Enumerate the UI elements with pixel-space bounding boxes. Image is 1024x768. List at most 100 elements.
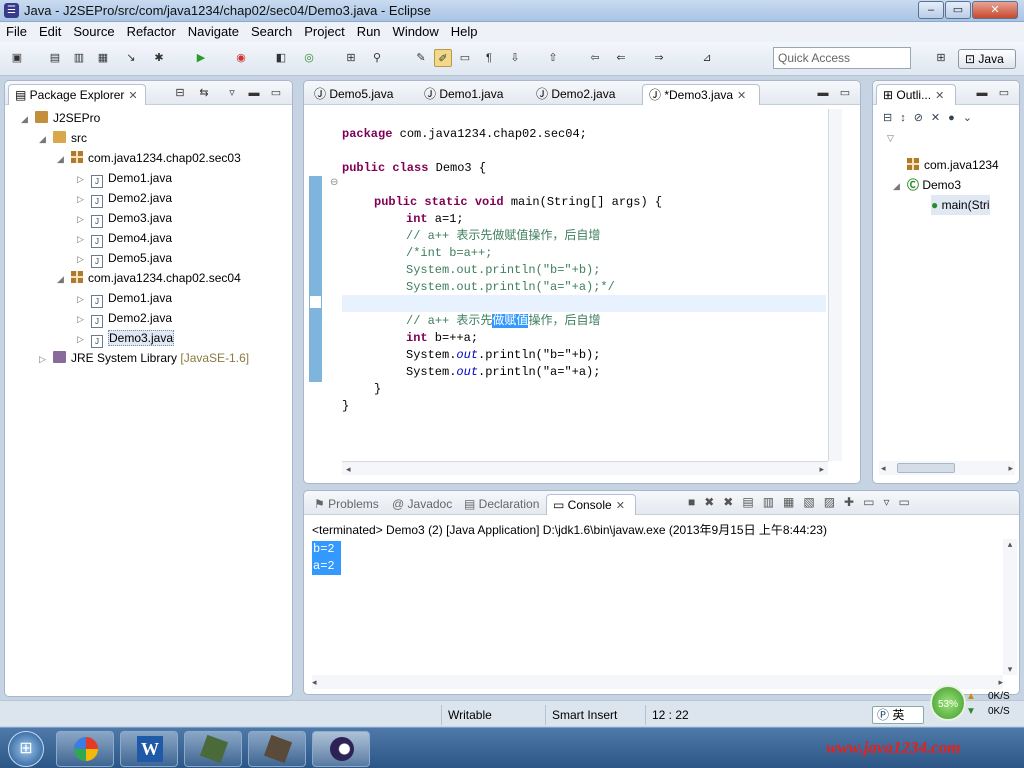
tab-demo3[interactable]: Ⓙ *Demo3.java ✕ (642, 84, 760, 105)
menu-edit[interactable]: Edit (33, 22, 67, 42)
scroll-thumb[interactable] (897, 463, 955, 473)
taskbar-wps[interactable]: W (120, 731, 178, 767)
minimize-view-icon[interactable]: ▬ (814, 84, 832, 102)
cpu-meter[interactable]: 53% (930, 685, 966, 721)
menu-navigate[interactable]: Navigate (182, 22, 245, 42)
link-editor-icon[interactable]: ⇆ (195, 84, 213, 102)
close-button[interactable]: ✕ (972, 1, 1018, 19)
back-icon[interactable]: ⇐ (612, 49, 630, 67)
search-icon[interactable]: ⚲ (368, 49, 386, 67)
highlight-icon[interactable]: ✐ (434, 49, 452, 67)
open-type-icon[interactable]: ⊞ (342, 49, 360, 67)
code-editor[interactable]: package com.java1234.chap02.sec04; public… (342, 109, 822, 449)
save-all-icon[interactable]: ▥ (70, 49, 88, 67)
outline-toolbar[interactable]: ⊟↕⊘✕●⌄ (883, 111, 980, 124)
tree-file[interactable]: ▷ J Demo2.java (77, 308, 172, 329)
maximize-view-icon[interactable]: ▭ (836, 84, 854, 102)
maximize-view-icon[interactable]: ▭ (995, 84, 1013, 102)
prev-annotation-icon[interactable]: ⇧ (544, 49, 562, 67)
menu-refactor[interactable]: Refactor (121, 22, 182, 42)
scroll-right-icon[interactable]: ▸ (1008, 461, 1015, 475)
scroll-left-icon[interactable]: ◂ (312, 677, 317, 687)
maximize-button[interactable]: ▭ (945, 1, 971, 19)
forward-icon[interactable]: ⇒ (650, 49, 668, 67)
tree-file[interactable]: ▷ J Demo1.java (77, 288, 172, 309)
start-button[interactable]: ⊞ (8, 731, 44, 767)
close-icon[interactable]: ✕ (935, 90, 944, 102)
run-icon[interactable]: ▶ (192, 49, 210, 67)
view-menu-icon[interactable]: ▿ (223, 84, 241, 102)
taskbar-browser[interactable] (56, 731, 114, 767)
taskbar-eclipse[interactable] (312, 731, 370, 767)
tab-package-explorer[interactable]: ▤ Package Explorer ✕ (8, 84, 146, 105)
tab-console[interactable]: ▭ Console ✕ (546, 494, 636, 515)
outline-method[interactable]: ● main(Stri (931, 195, 990, 215)
scroll-down-icon[interactable]: ▾ (1003, 664, 1017, 675)
console-hscrollbar[interactable]: ◂ ▸ (312, 675, 1003, 689)
minimize-view-icon[interactable]: ▬ (245, 84, 263, 102)
pin-icon[interactable]: ⊿ (698, 49, 716, 67)
save-icon[interactable]: ▤ (46, 49, 64, 67)
maximize-view-icon[interactable]: ▭ (267, 84, 285, 102)
close-icon[interactable]: ✕ (737, 90, 746, 102)
new-icon[interactable]: ▣ (8, 49, 26, 67)
last-edit-icon[interactable]: ⇦ (586, 49, 604, 67)
skip-breakpoints-icon[interactable]: ↘ (122, 49, 140, 67)
close-icon[interactable]: ✕ (616, 500, 625, 512)
ime-indicator[interactable]: Ⓟ 英 (872, 706, 924, 724)
tree-file[interactable]: ▷ J Demo5.java (77, 248, 172, 269)
show-whitespace-icon[interactable]: ¶ (480, 49, 498, 67)
menu-source[interactable]: Source (67, 22, 120, 42)
tree-package-sec04[interactable]: ◢ com.java1234.chap02.sec04 (57, 268, 241, 289)
taskbar-app1[interactable] (184, 731, 242, 767)
minimize-button[interactable]: ‒ (918, 1, 944, 19)
tab-demo5[interactable]: Ⓙ Demo5.java (308, 84, 399, 105)
scroll-right-icon[interactable]: ▸ (998, 675, 1003, 689)
tree-package-sec03[interactable]: ◢ com.java1234.chap02.sec03 (57, 148, 241, 169)
outline-class[interactable]: ◢ Ⓒ Demo3 (893, 175, 961, 196)
scroll-left-icon[interactable]: ◂ (342, 464, 351, 474)
tree-src[interactable]: ◢ src (39, 128, 87, 149)
open-perspective-icon[interactable]: ⊞ (932, 49, 950, 67)
tab-demo1[interactable]: Ⓙ Demo1.java (418, 84, 509, 105)
block-selection-icon[interactable]: ▭ (456, 49, 474, 67)
tab-javadoc[interactable]: @ Javadoc (386, 494, 458, 515)
toggle-mark-occurrences-icon[interactable]: ✎ (412, 49, 430, 67)
menu-file[interactable]: File (0, 22, 33, 42)
external-tools-icon[interactable]: ◉ (232, 49, 250, 67)
tab-outline[interactable]: ⊞ Outli... ✕ (876, 84, 956, 105)
outline-package[interactable]: com.java1234 (907, 155, 999, 175)
scroll-right-icon[interactable]: ▸ (819, 462, 828, 476)
quick-access-input[interactable]: Quick Access (773, 47, 911, 69)
new-class-icon[interactable]: ◎ (300, 49, 318, 67)
horizontal-scrollbar[interactable]: ◂ ▸ (342, 461, 828, 475)
tab-problems[interactable]: ⚑ Problems (308, 494, 385, 515)
tree-file[interactable]: ▷ J Demo1.java (77, 168, 172, 189)
close-icon[interactable]: ✕ (128, 90, 137, 102)
vertical-scrollbar[interactable] (828, 109, 842, 461)
menu-window[interactable]: Window (387, 22, 445, 42)
minimize-view-icon[interactable]: ▬ (973, 84, 991, 102)
debug-icon[interactable]: ✱ (150, 49, 168, 67)
tab-demo2[interactable]: Ⓙ Demo2.java (530, 84, 621, 105)
scroll-left-icon[interactable]: ◂ (879, 463, 886, 473)
next-annotation-icon[interactable]: ⇩ (506, 49, 524, 67)
tree-jre[interactable]: ▷ JRE System Library [JavaSE-1.6] (39, 348, 249, 369)
menu-help[interactable]: Help (445, 22, 484, 42)
fold-icon[interactable]: ⊖ (330, 177, 338, 188)
console-output[interactable]: b=2 a=2 (312, 541, 341, 575)
tree-file[interactable]: ▷ J Demo2.java (77, 188, 172, 209)
tab-declaration[interactable]: ▤ Declaration (458, 494, 545, 515)
tree-file[interactable]: ▷ J Demo3.java (77, 208, 172, 229)
tree-file[interactable]: ▷ J Demo4.java (77, 228, 172, 249)
menu-run[interactable]: Run (351, 22, 387, 42)
taskbar-app2[interactable] (248, 731, 306, 767)
tree-file-selected[interactable]: ▷ J Demo3.java (77, 328, 175, 349)
tree-project[interactable]: ◢ J2SEPro (21, 108, 100, 129)
console-toolbar[interactable]: ■✖✖▤▥▦▧▨✚▭▿▭ (688, 495, 919, 509)
outline-hscrollbar[interactable]: ◂ ▸ (879, 461, 1015, 475)
menu-search[interactable]: Search (245, 22, 298, 42)
console-vscrollbar[interactable]: ▴ ▾ (1003, 539, 1017, 675)
expand-icon[interactable]: ▽ (887, 133, 894, 144)
new-java-project-icon[interactable]: ◧ (272, 49, 290, 67)
